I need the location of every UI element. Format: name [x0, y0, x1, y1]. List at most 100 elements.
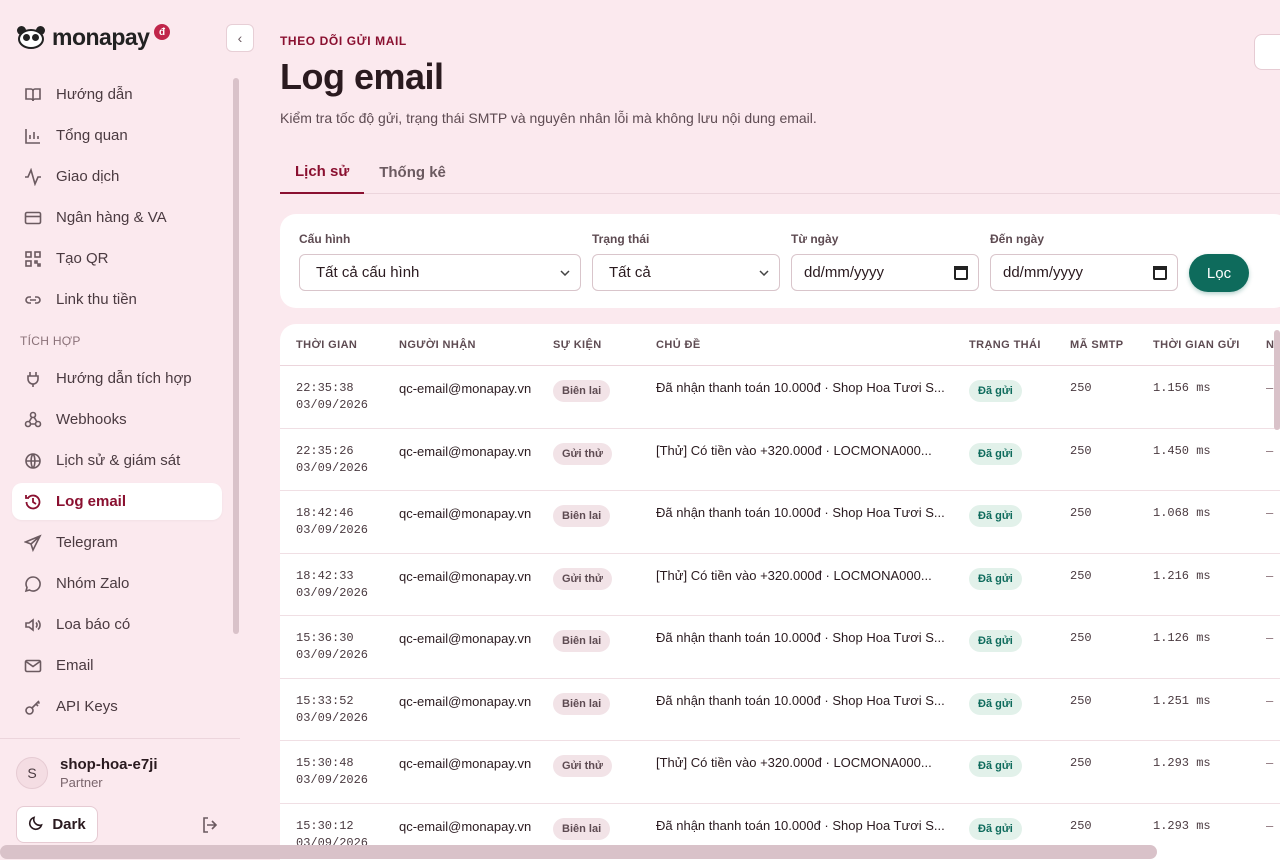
sidebar-item-loa-bao-co[interactable]: Loa báo có — [12, 606, 222, 643]
event-badge: Gửi thử — [553, 442, 612, 465]
from-date-placeholder: dd/mm/yyyy — [804, 264, 885, 281]
sidebar-item-huong-dan-tich-hop[interactable]: Hướng dẫn tích hợp — [12, 360, 222, 397]
config-select-value: Tất cả cấu hình — [316, 264, 420, 281]
sidebar-divider — [0, 738, 240, 739]
status-select[interactable]: Tất cả — [592, 254, 780, 291]
sidebar: monapay đ ‹ Hướng dẫn Tổng quan Giao dịc… — [0, 0, 254, 860]
page-title: Log email — [280, 56, 444, 97]
column-header-recipient[interactable]: NGƯỜI NHẬN — [399, 339, 476, 351]
column-header-event[interactable]: SỰ KIỆN — [553, 339, 602, 351]
row-smtp-code: 250 — [1070, 693, 1092, 708]
event-badge: Biên lai — [553, 380, 611, 402]
status-badge: Đã gửi — [969, 630, 1022, 652]
row-date: 03/09/2026 — [296, 460, 369, 475]
sidebar-item-label: Email — [56, 657, 94, 674]
sidebar-item-label: Giao dịch — [56, 168, 120, 185]
table-row[interactable]: 22:35:38 03/09/2026 qc-email@monapay.vn … — [280, 366, 1280, 429]
column-header-subject[interactable]: CHỦ ĐỀ — [656, 339, 701, 351]
sidebar-item-label: Link thu tiền — [56, 291, 137, 308]
status-badge: Đã gửi — [969, 755, 1022, 777]
row-subject: Đã nhận thanh toán 10.000đ · Shop Hoa Tư… — [656, 630, 945, 645]
row-date: 03/09/2026 — [296, 710, 369, 725]
column-header-time[interactable]: THỜI GIAN — [296, 339, 357, 351]
user-profile[interactable]: S shop-hoa-e7ji Partner — [16, 756, 158, 790]
sidebar-section-integration: TÍCH HỢP — [20, 334, 81, 348]
key-icon — [24, 698, 42, 716]
config-select[interactable]: Tất cả cấu hình — [299, 254, 581, 291]
sidebar-item-nhom-zalo[interactable]: Nhóm Zalo — [12, 565, 222, 602]
row-recipient: qc-email@monapay.vn — [399, 693, 532, 709]
status-badge: Đã gửi — [969, 817, 1022, 840]
row-date: 03/09/2026 — [296, 398, 369, 412]
row-recipient: qc-email@monapay.vn — [399, 818, 532, 834]
from-date-label: Từ ngày — [791, 232, 839, 246]
horizontal-scrollbar[interactable] — [0, 845, 1157, 859]
send-icon — [24, 533, 42, 552]
sidebar-item-giao-dich[interactable]: Giao dịch — [12, 158, 222, 195]
sidebar-item-label: Lịch sử & giám sát — [56, 452, 181, 469]
sidebar-item-email[interactable]: Email — [12, 647, 222, 684]
sidebar-item-webhooks[interactable]: Webhooks — [12, 401, 222, 438]
logout-icon[interactable] — [200, 815, 220, 835]
calendar-icon[interactable] — [954, 265, 968, 280]
vertical-scrollbar[interactable] — [1274, 330, 1280, 430]
sidebar-item-link-thu-tien[interactable]: Link thu tiền — [12, 281, 222, 318]
brand-logo[interactable]: monapay đ — [16, 24, 170, 51]
avatar: S — [16, 757, 48, 789]
sidebar-item-log-email[interactable]: Log email — [12, 483, 222, 520]
status-badge: Đã gửi — [969, 442, 1022, 465]
theme-toggle-button[interactable]: Dark — [16, 806, 98, 843]
event-badge: Gửi thử — [553, 755, 612, 777]
email-log-table: THỜI GIAN NGƯỜI NHẬN SỰ KIỆN CHỦ ĐỀ TRẠN… — [280, 324, 1280, 860]
table-row[interactable]: 15:33:52 03/09/2026 qc-email@monapay.vn … — [280, 679, 1280, 741]
sidebar-item-tao-qr[interactable]: Tạo QR — [12, 240, 222, 277]
row-timestamp: 15:30:48 03/09/2026 — [296, 755, 368, 789]
table-row[interactable]: 15:36:30 03/09/2026 qc-email@monapay.vn … — [280, 616, 1280, 679]
tab-thong-ke[interactable]: Thống kê — [364, 150, 461, 194]
row-smtp-code: 250 — [1070, 568, 1092, 583]
chevron-left-icon: ‹ — [237, 30, 243, 46]
chevron-down-icon — [560, 267, 570, 279]
to-date-input[interactable]: dd/mm/yyyy — [990, 254, 1178, 291]
bar-chart-icon — [24, 127, 42, 145]
table-row[interactable]: 18:42:33 03/09/2026 qc-email@monapay.vn … — [280, 554, 1280, 616]
row-timestamp: 15:33:52 03/09/2026 — [296, 693, 368, 727]
brand-badge: đ — [154, 24, 170, 40]
column-header-send-duration[interactable]: THỜI GIAN GỬI — [1153, 339, 1240, 351]
moon-icon — [28, 815, 44, 835]
sidebar-item-tong-quan[interactable]: Tổng quan — [12, 117, 222, 154]
tab-lich-su[interactable]: Lịch sử — [280, 150, 365, 194]
calendar-icon[interactable] — [1153, 265, 1167, 280]
status-filter-label: Trạng thái — [592, 232, 650, 246]
column-header-smtp-code[interactable]: MÃ SMTP — [1070, 339, 1124, 351]
collapse-sidebar-button[interactable]: ‹ — [226, 24, 254, 52]
from-date-input[interactable]: dd/mm/yyyy — [791, 254, 979, 291]
column-header-status[interactable]: TRẠNG THÁI — [969, 339, 1041, 351]
sidebar-item-ngan-hang[interactable]: Ngân hàng & VA — [12, 199, 222, 236]
table-row[interactable]: 22:35:26 03/09/2026 qc-email@monapay.vn … — [280, 429, 1280, 491]
sidebar-item-lich-su-giam-sat[interactable]: Lịch sử & giám sát — [12, 442, 222, 479]
sidebar-item-api-keys[interactable]: API Keys — [12, 688, 222, 725]
filter-button[interactable]: Lọc — [1189, 254, 1249, 292]
row-subject: Đã nhận thanh toán 10.000đ · Shop Hoa Tư… — [656, 692, 945, 708]
sidebar-item-label: API Keys — [56, 698, 118, 715]
sidebar-item-huong-dan[interactable]: Hướng dẫn — [12, 76, 222, 113]
sidebar-scrollbar[interactable] — [233, 78, 239, 634]
sidebar-item-telegram[interactable]: Telegram — [12, 524, 222, 561]
event-badge: Biên lai — [553, 505, 611, 527]
row-timestamp: 18:42:33 03/09/2026 — [296, 568, 368, 602]
table-header: THỜI GIAN NGƯỜI NHẬN SỰ KIỆN CHỦ ĐỀ TRẠN… — [280, 324, 1280, 366]
row-send-duration: 1.293 ms — [1153, 818, 1211, 833]
table-row[interactable]: 18:42:46 03/09/2026 qc-email@monapay.vn … — [280, 491, 1280, 554]
sidebar-item-label: Telegram — [56, 534, 118, 551]
brand-name: monapay — [52, 24, 150, 50]
row-smtp-code: 250 — [1070, 818, 1092, 833]
table-row[interactable]: 15:30:48 03/09/2026 qc-email@monapay.vn … — [280, 741, 1280, 804]
header-action-button[interactable] — [1254, 34, 1280, 70]
history-icon — [24, 493, 42, 511]
row-subject: [Thử] Có tiền vào +320.000đ · LOCMONA000… — [656, 442, 932, 458]
sidebar-item-label: Ngân hàng & VA — [56, 209, 167, 226]
chevron-down-icon — [759, 267, 769, 279]
row-send-duration: 1.293 ms — [1153, 756, 1211, 770]
row-time: 22:35:38 — [296, 381, 354, 395]
